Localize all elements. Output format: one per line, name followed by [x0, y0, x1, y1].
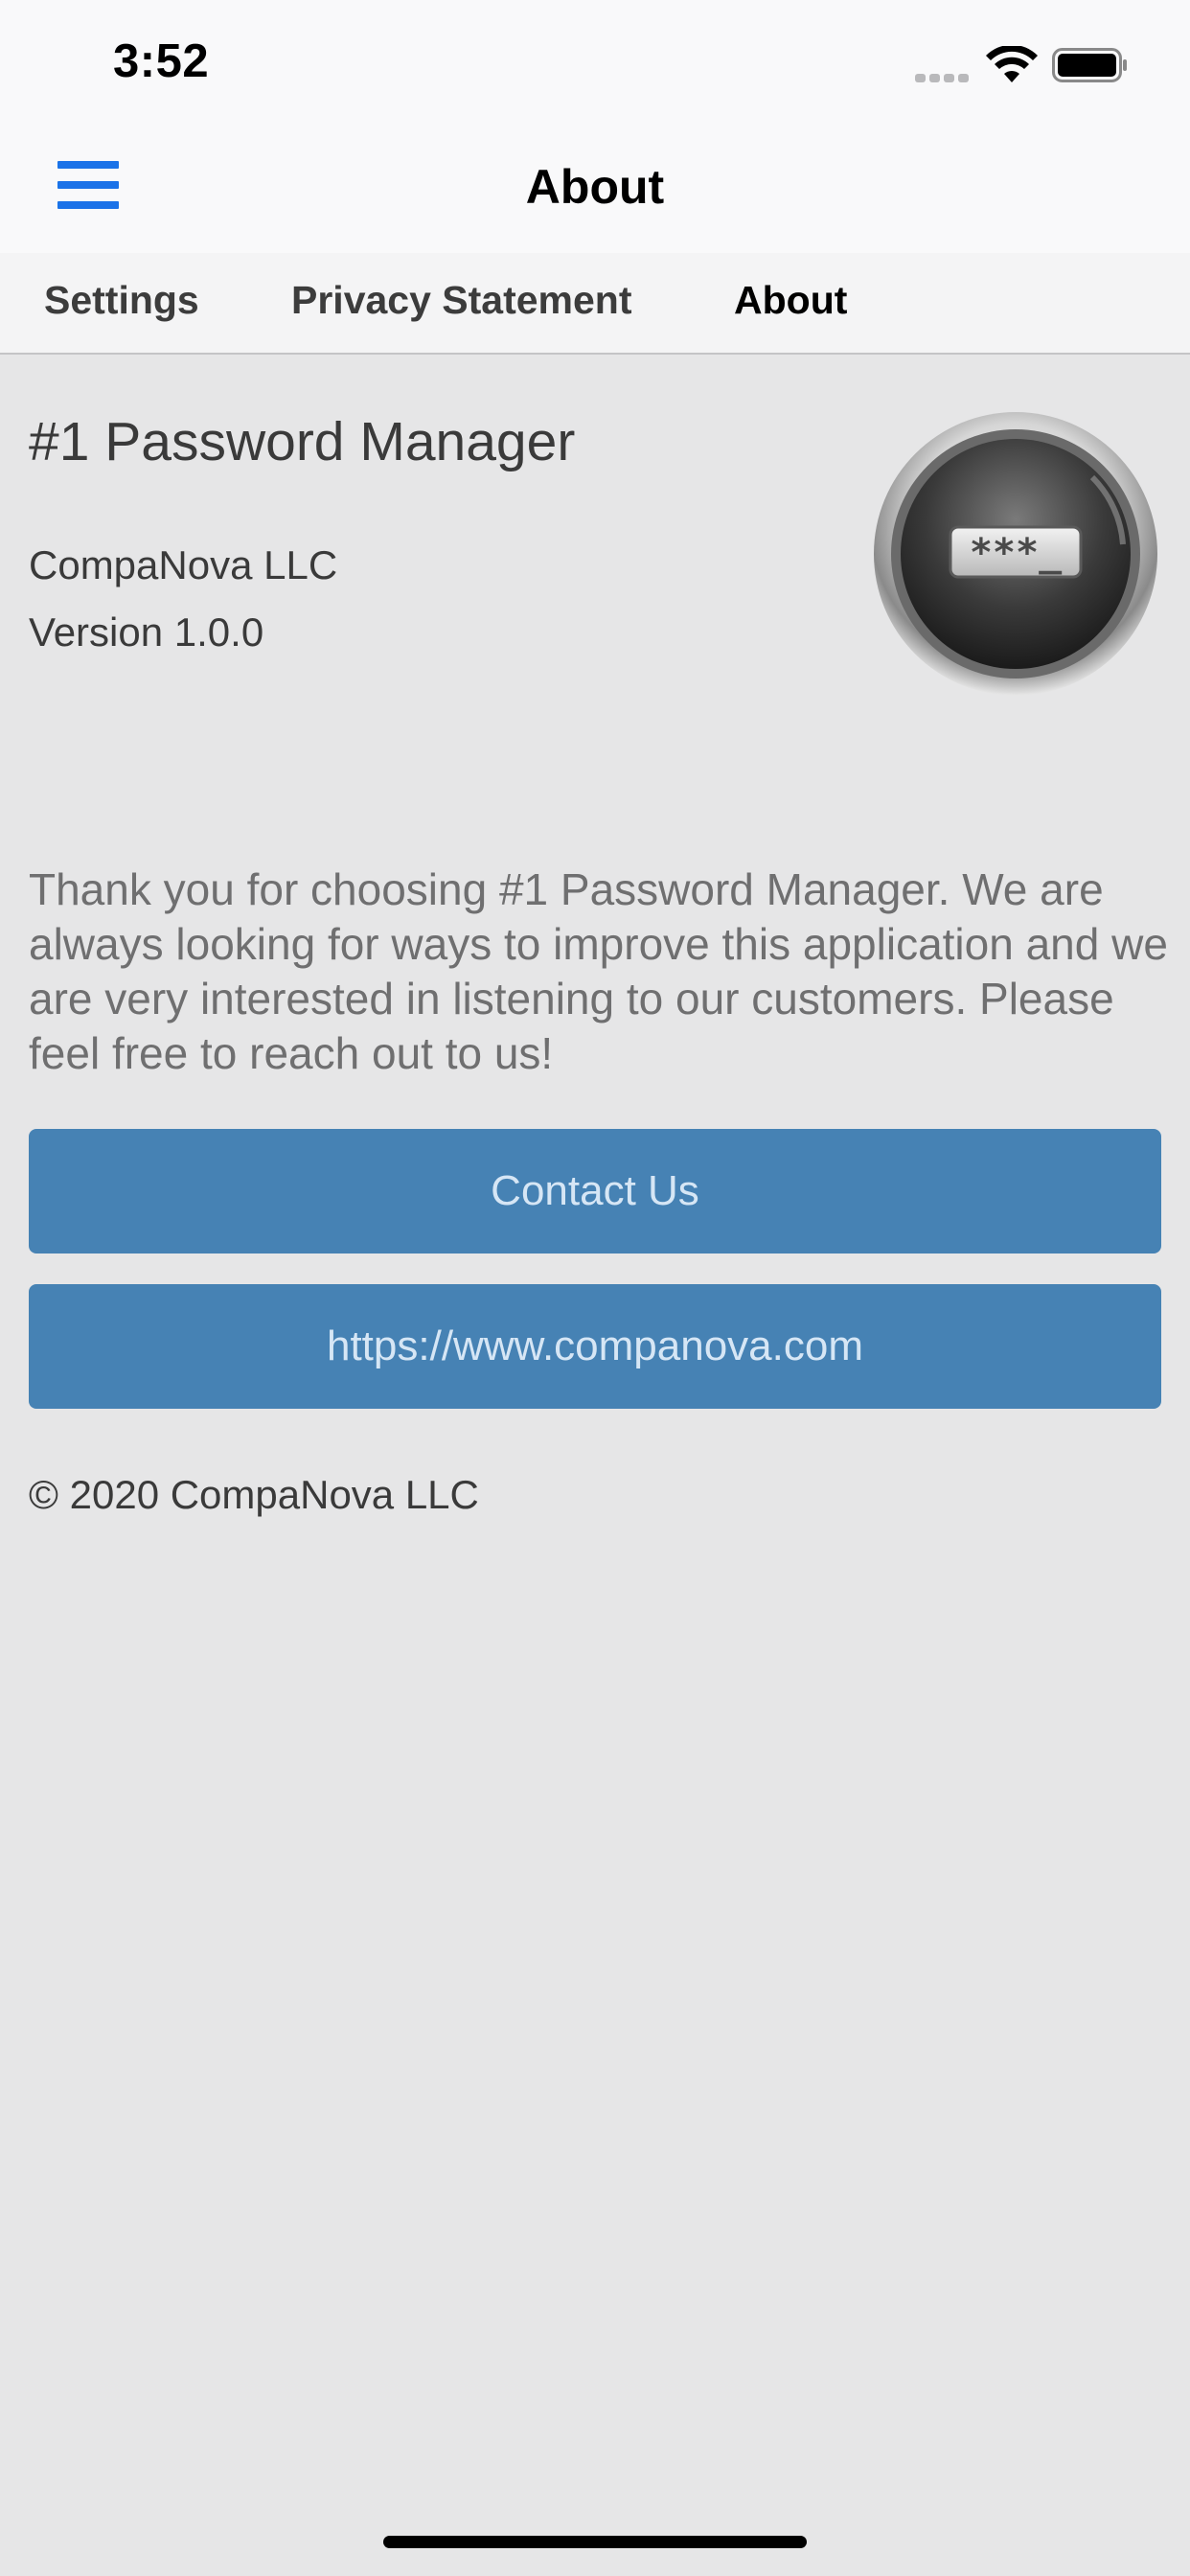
- wifi-icon: [986, 46, 1038, 82]
- tab-bar: Settings Privacy Statement About: [0, 253, 1190, 355]
- about-description: Thank you for choosing #1 Password Manag…: [29, 864, 1168, 1078]
- password-app-logo-icon: ***_: [874, 412, 1157, 696]
- company-name: CompaNova LLC: [29, 542, 338, 587]
- contact-us-button[interactable]: Contact Us: [29, 1129, 1161, 1254]
- tab-settings[interactable]: Settings: [44, 278, 199, 323]
- status-bar: 3:52: [0, 0, 1190, 126]
- logo-text: ***_: [970, 531, 1063, 575]
- navigation-bar: About: [0, 126, 1190, 253]
- tab-about[interactable]: About: [734, 278, 847, 323]
- app-version: Version 1.0.0: [29, 610, 264, 655]
- battery-icon: [1052, 48, 1127, 82]
- signal-icon: [915, 70, 973, 82]
- home-indicator[interactable]: [383, 2536, 807, 2548]
- tab-privacy-statement[interactable]: Privacy Statement: [291, 278, 632, 323]
- status-time: 3:52: [113, 35, 210, 87]
- website-link-button[interactable]: https://www.companova.com: [29, 1284, 1161, 1409]
- copyright-text: © 2020 CompaNova LLC: [29, 1472, 479, 1517]
- page-title: About: [525, 160, 665, 214]
- app-name: #1 Password Manager: [29, 411, 576, 472]
